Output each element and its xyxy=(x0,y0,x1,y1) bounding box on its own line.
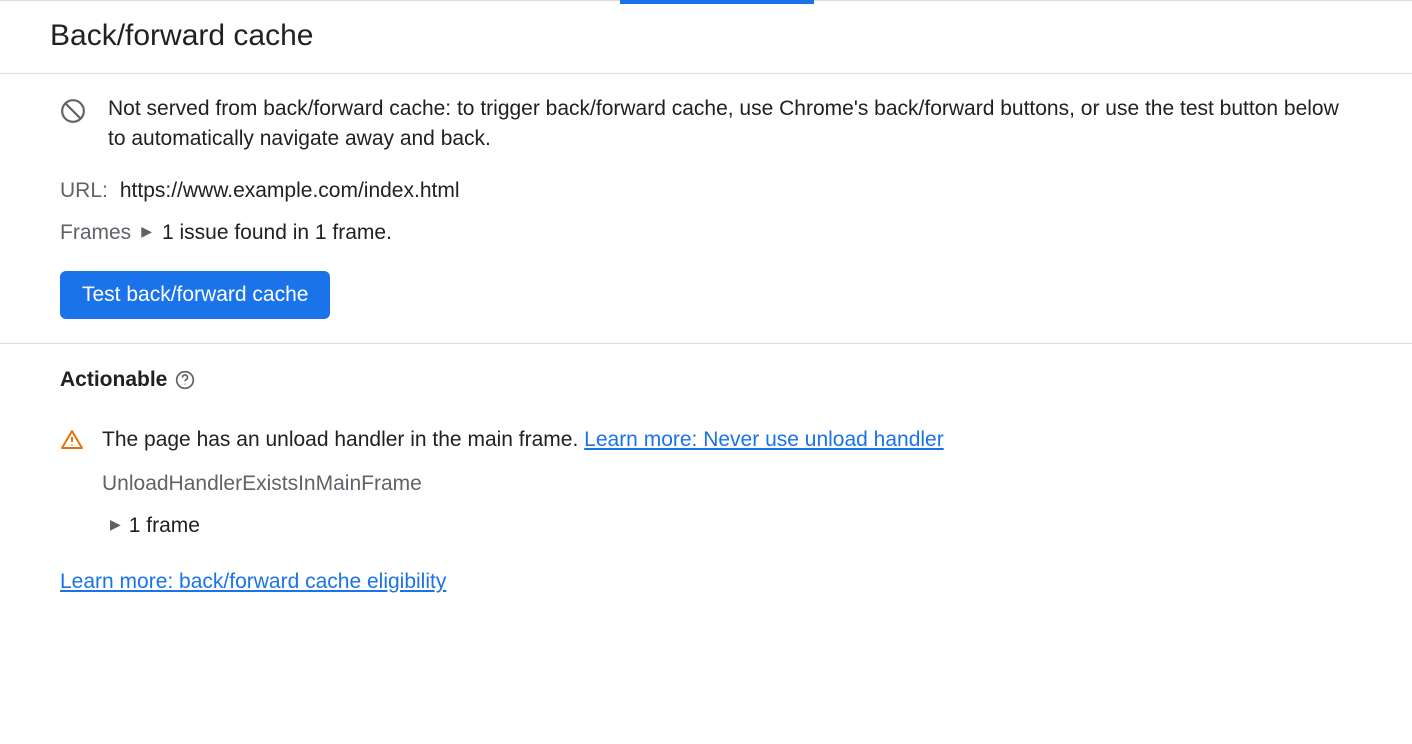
panel-header: Back/forward cache xyxy=(0,1,1412,74)
issue-message: The page has an unload handler in the ma… xyxy=(102,428,584,451)
status-message: Not served from back/forward cache: to t… xyxy=(108,94,1352,155)
issue-frame-count: 1 frame xyxy=(129,514,200,538)
page-title: Back/forward cache xyxy=(50,19,1362,53)
test-bfcache-button[interactable]: Test back/forward cache xyxy=(60,271,330,319)
issue-code: UnloadHandlerExistsInMainFrame xyxy=(102,472,944,496)
issue-item: The page has an unload handler in the ma… xyxy=(60,428,1352,538)
url-value: https://www.example.com/index.html xyxy=(120,179,460,203)
bfcache-eligibility-link[interactable]: Learn more: back/forward cache eligibili… xyxy=(60,570,446,593)
chevron-right-icon: ▶ xyxy=(110,516,121,533)
bfcache-eligibility-link-row: Learn more: back/forward cache eligibili… xyxy=(60,570,1352,594)
warning-icon xyxy=(60,428,84,458)
chevron-right-icon: ▶ xyxy=(141,223,152,240)
status-notice: Not served from back/forward cache: to t… xyxy=(60,94,1352,155)
url-label: URL: xyxy=(60,179,108,203)
active-tab-indicator xyxy=(620,0,814,4)
not-allowed-icon xyxy=(60,98,86,130)
url-row: URL: https://www.example.com/index.html xyxy=(60,179,1352,203)
status-section: Not served from back/forward cache: to t… xyxy=(0,74,1412,344)
actionable-section: Actionable The page has an unload xyxy=(0,344,1412,624)
issue-frames-row[interactable]: ▶ 1 frame xyxy=(110,514,944,538)
issue-body: The page has an unload handler in the ma… xyxy=(102,428,944,538)
help-icon[interactable] xyxy=(175,370,195,390)
frames-label: Frames xyxy=(60,221,131,245)
issue-learn-more-link[interactable]: Learn more: Never use unload handler xyxy=(584,428,944,451)
bfcache-panel: Back/forward cache Not served from back/… xyxy=(0,0,1412,624)
actionable-heading: Actionable xyxy=(60,368,167,392)
frames-summary: 1 issue found in 1 frame. xyxy=(162,221,392,245)
frames-row[interactable]: Frames ▶ 1 issue found in 1 frame. xyxy=(60,221,1352,245)
actionable-header: Actionable xyxy=(60,368,1352,392)
